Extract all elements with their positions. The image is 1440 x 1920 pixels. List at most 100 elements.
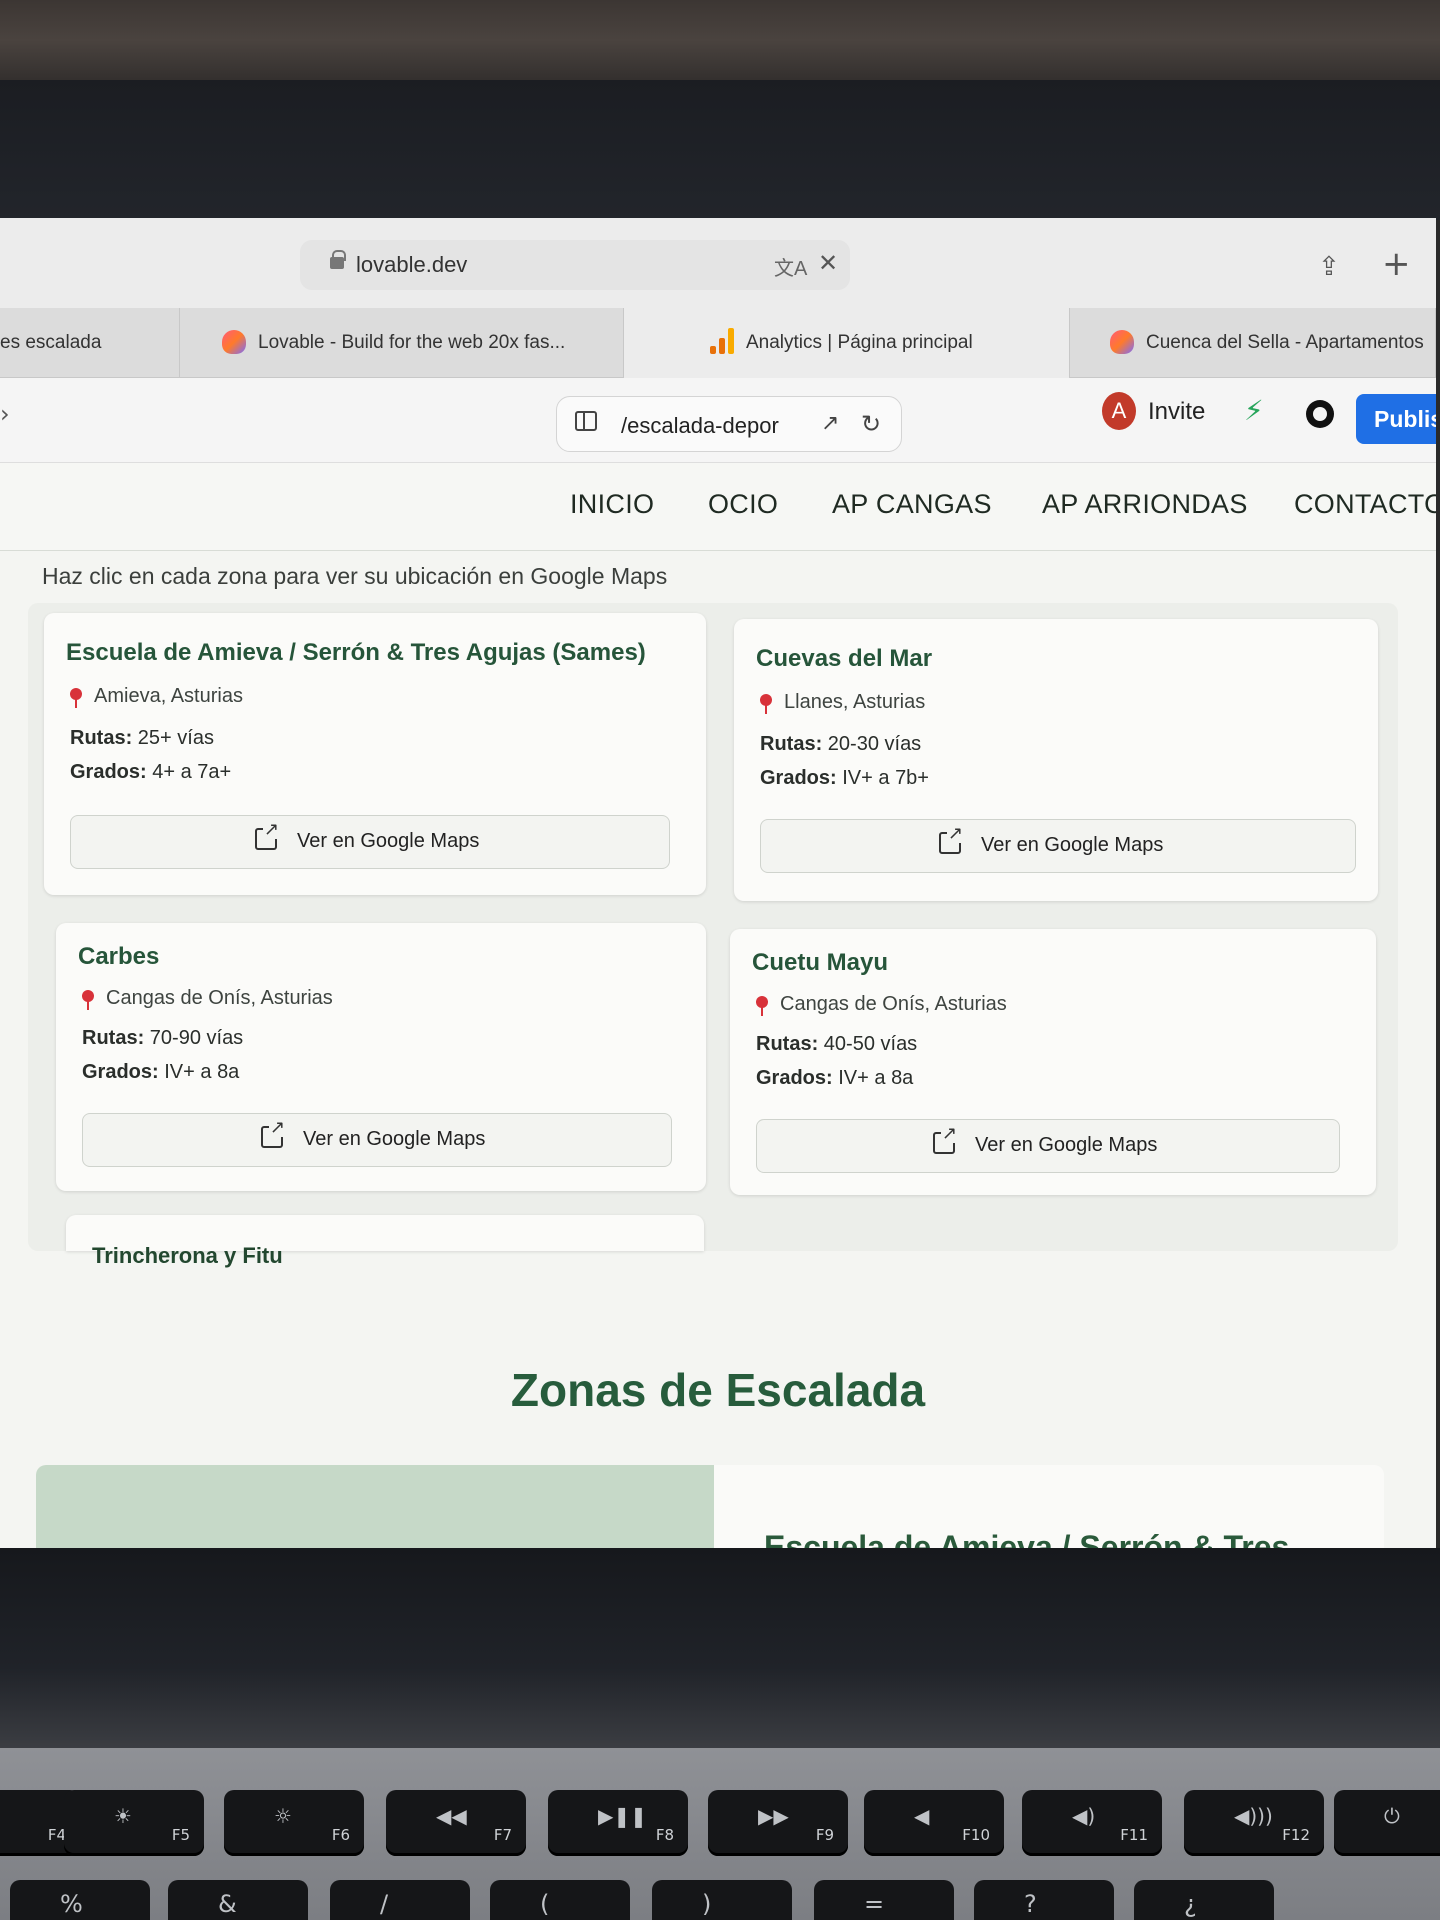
nav-inicio[interactable]: INICIO [570, 489, 654, 520]
keyboard-backlight-up-icon: ☼ [274, 1804, 292, 1828]
maps-button-label: Ver en Google Maps [297, 830, 480, 852]
maps-button-label: Ver en Google Maps [981, 834, 1164, 856]
panel-icon[interactable] [575, 411, 597, 431]
zone-routes: Rutas: 70-90 vías [82, 1027, 243, 1050]
zone-title: Carbes [78, 943, 160, 970]
zone-title: Trincherona y Fitu [92, 1243, 283, 1268]
google-maps-button[interactable]: Ver en Google Maps [760, 819, 1356, 873]
open-external-icon[interactable]: ↗ [821, 411, 839, 436]
tab-escalada[interactable]: es escalada [0, 308, 180, 378]
zone-location-text: Cangas de Onís, Asturias [780, 993, 1007, 1015]
zone-card-cuevas-del-mar: Cuevas del Mar Llanes, Asturias Rutas: 2… [734, 619, 1378, 901]
zone-routes: Rutas: 20-30 vías [760, 733, 921, 756]
lock-icon [330, 250, 346, 269]
key-label: F9 [815, 1826, 834, 1844]
grades-value: 4+ a 7a+ [152, 761, 232, 783]
routes-label: Rutas: [756, 1033, 819, 1055]
zone-image [36, 1465, 714, 1552]
bolt-icon[interactable]: ⚡ [1244, 394, 1264, 427]
avatar[interactable]: A [1102, 392, 1136, 430]
route-text: /escalada-depor [621, 413, 779, 438]
power-icon: ⏻ [1384, 1804, 1400, 1828]
zone-location: Cangas de Onís, Asturias [82, 987, 333, 1010]
tab-cuenca-del-sella[interactable]: Cuenca del Sella - Apartamentos [1070, 308, 1436, 378]
google-maps-button[interactable]: Ver en Google Maps [82, 1113, 672, 1167]
external-link-icon [261, 1119, 287, 1148]
new-tab-icon[interactable]: + [1382, 244, 1411, 284]
tab-label: Cuenca del Sella - Apartamentos [1146, 332, 1424, 353]
chevron-right-icon[interactable]: › [0, 400, 10, 428]
laptop-bezel-top [0, 80, 1440, 220]
maps-button-label: Ver en Google Maps [303, 1128, 486, 1150]
key-slash: / [330, 1880, 470, 1920]
grades-label: Grados: [70, 761, 147, 783]
nav-contacto[interactable]: CONTACTO [1294, 489, 1436, 520]
google-maps-button[interactable]: Ver en Google Maps [756, 1119, 1340, 1173]
key-label: % [60, 1890, 83, 1918]
zone-location-text: Amieva, Asturias [94, 685, 243, 707]
site-navigation: INICIO OCIO AP CANGAS AP ARRIONDAS CONTA… [0, 463, 1436, 551]
map-pin-icon [70, 688, 82, 708]
share-icon[interactable]: ⇪ [1318, 252, 1340, 282]
volume-down-icon: ◀) [1072, 1804, 1096, 1828]
zone-routes: Rutas: 25+ vías [70, 727, 214, 750]
zone-location: Cangas de Onís, Asturias [756, 993, 1007, 1016]
key-paren-close: ) [652, 1880, 792, 1920]
publish-button[interactable]: Publis [1356, 394, 1436, 444]
lovable-heart-icon [1110, 330, 1134, 354]
zone-location-text: Cangas de Onís, Asturias [106, 987, 333, 1009]
map-pin-icon [82, 990, 94, 1010]
key-label: / [380, 1890, 389, 1918]
key-label: ? [1024, 1890, 1037, 1918]
volume-up-icon: ◀))) [1234, 1804, 1273, 1828]
zone-card-trincherona: Trincherona y Fitu [66, 1215, 704, 1268]
laptop-screen: lovable.dev 文A ✕ ⇪ + es escalada Lovable… [0, 218, 1436, 1552]
external-link-icon [255, 821, 281, 850]
tab-label: es escalada [0, 332, 102, 353]
external-link-icon [939, 825, 965, 854]
key-f9: ▶▶ F9 [708, 1790, 848, 1856]
preview-route-bar[interactable]: /escalada-depor ↗ ↻ [556, 396, 902, 452]
grades-value: IV+ a 7b+ [842, 767, 929, 789]
invite-button[interactable]: Invite [1148, 398, 1205, 426]
keyboard-backlight-down-icon: ☀ [114, 1804, 132, 1828]
key-label: F5 [171, 1826, 190, 1844]
address-bar[interactable]: lovable.dev 文A ✕ [300, 240, 850, 290]
key-power: ⏻ [1334, 1790, 1440, 1856]
key-label: ) [702, 1890, 712, 1918]
key-f5: ☀ F5 [64, 1790, 204, 1856]
section-title: Zonas de Escalada [510, 1364, 926, 1416]
zone-card-carbes: Carbes Cangas de Onís, Asturias Rutas: 7… [56, 923, 706, 1191]
grades-label: Grados: [82, 1061, 159, 1083]
lovable-heart-icon [222, 330, 246, 354]
reload-icon[interactable]: ↻ [861, 410, 881, 438]
zone-location: Llanes, Asturias [760, 691, 925, 714]
key-ampersand: & [168, 1880, 308, 1920]
key-paren-open: ( [490, 1880, 630, 1920]
key-label: ( [540, 1890, 550, 1918]
github-icon[interactable] [1306, 400, 1334, 428]
key-percent: % [10, 1880, 150, 1920]
zone-grades: Grados: IV+ a 8a [82, 1061, 239, 1084]
tab-label: Analytics | Página principal [746, 332, 973, 353]
zone-routes: Rutas: 40-50 vías [756, 1033, 917, 1056]
nav-ocio[interactable]: OCIO [708, 489, 778, 520]
routes-value: 40-50 vías [823, 1033, 918, 1055]
zone-grades: Grados: IV+ a 7b+ [760, 767, 929, 790]
zone-card-amieva: Escuela de Amieva / Serrón & Tres Agujas… [44, 613, 706, 895]
tab-analytics[interactable]: Analytics | Página principal [624, 308, 1070, 378]
translate-icon[interactable]: 文A [774, 252, 807, 281]
nav-ap-arriondas[interactable]: AP ARRIONDAS [1042, 489, 1248, 520]
zone-detail-card: Escuela de Amieva / Serrón & Tres [36, 1465, 1384, 1552]
zone-grades: Grados: IV+ a 8a [756, 1067, 913, 1090]
close-icon[interactable]: ✕ [818, 249, 838, 277]
google-maps-button[interactable]: Ver en Google Maps [70, 815, 670, 869]
tab-lovable[interactable]: Lovable - Build for the web 20x fas... [180, 308, 624, 378]
analytics-bars-icon [710, 328, 736, 354]
tab-bar: es escalada Lovable - Build for the web … [0, 308, 1436, 378]
nav-ap-cangas[interactable]: AP CANGAS [832, 489, 992, 520]
play-pause-icon: ▶❚❚ [598, 1804, 647, 1828]
key-equals: = [814, 1880, 954, 1920]
grades-value: IV+ a 8a [164, 1061, 240, 1083]
grades-label: Grados: [760, 767, 837, 789]
